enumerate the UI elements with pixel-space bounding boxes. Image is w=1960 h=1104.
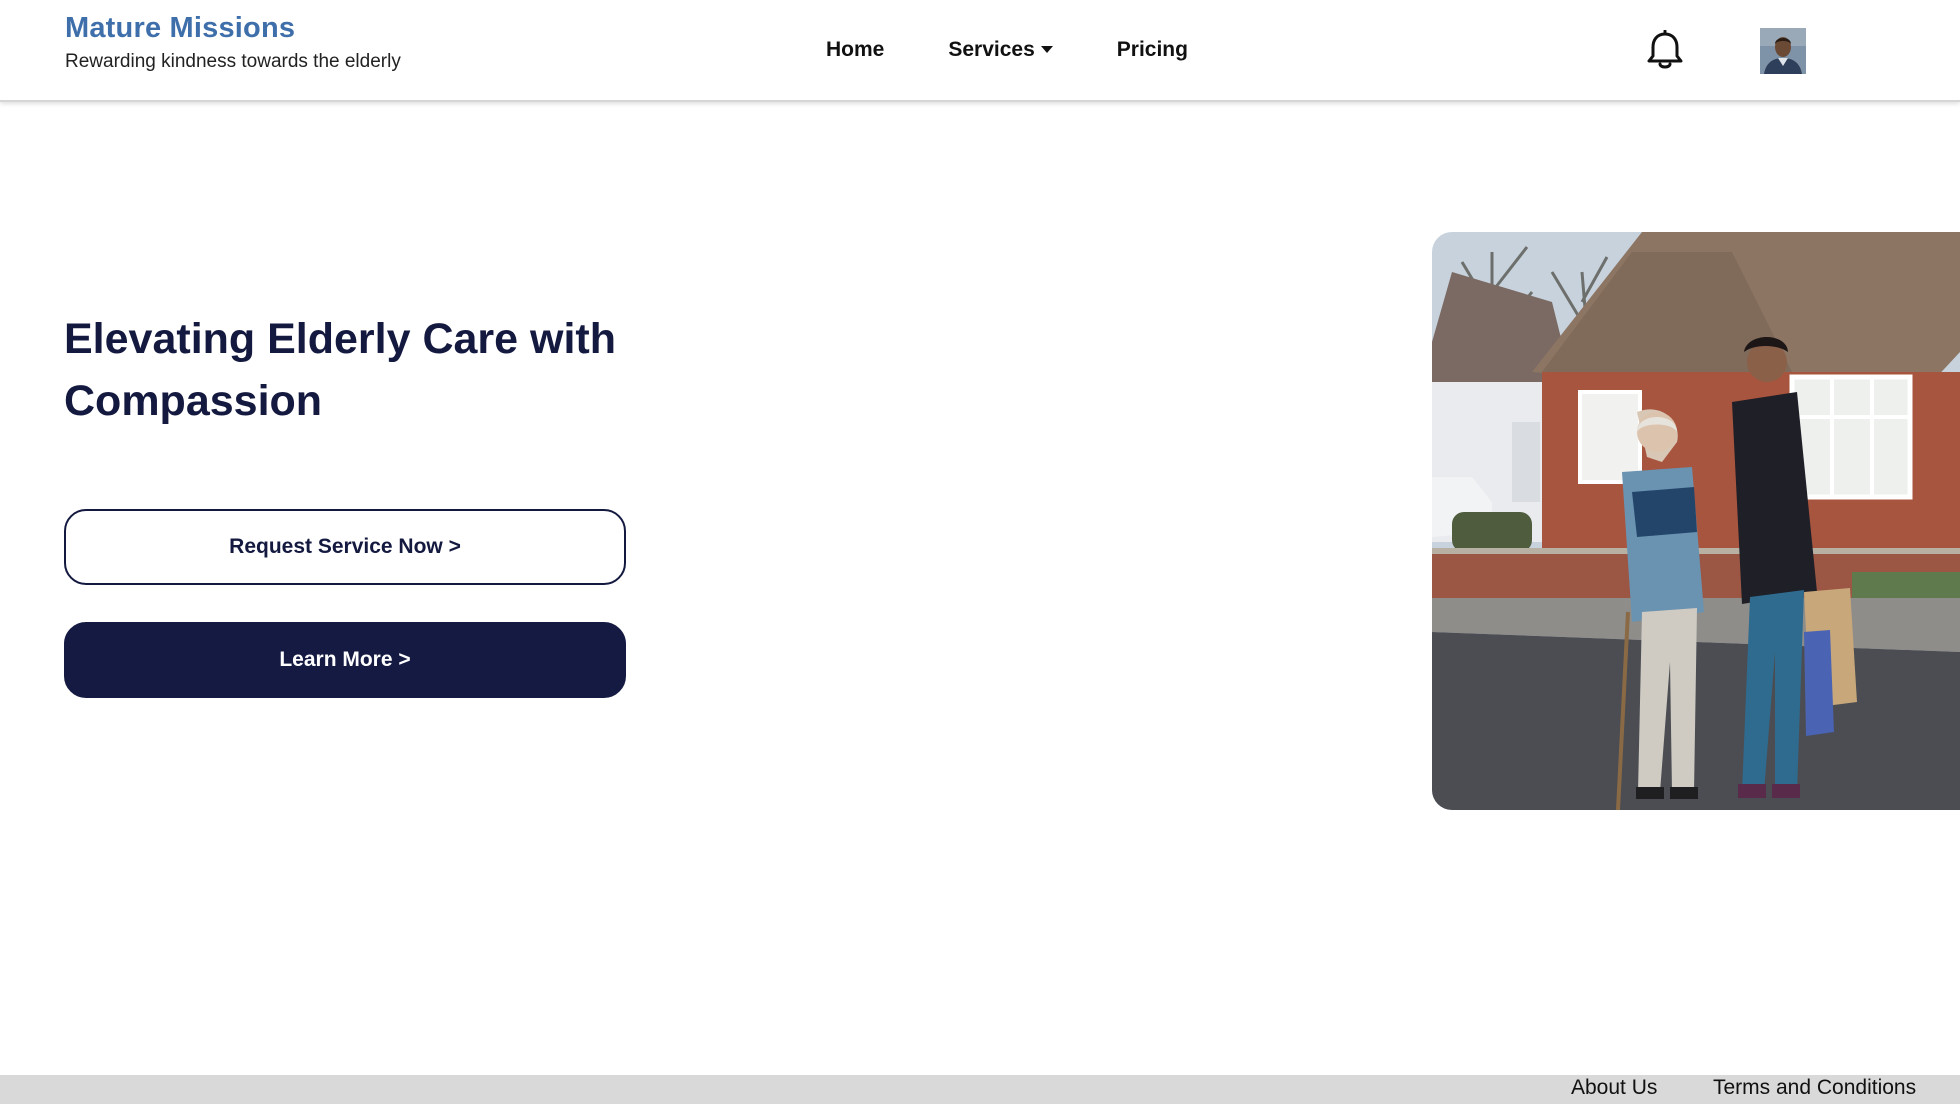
brand-title[interactable]: Mature Missions (65, 12, 401, 45)
nav-services-dropdown[interactable]: Services (948, 38, 1053, 62)
main-nav: Home Services Pricing (826, 38, 1188, 62)
footer-about-link[interactable]: About Us (1571, 1076, 1657, 1100)
footer-terms-link[interactable]: Terms and Conditions (1713, 1076, 1916, 1100)
user-avatar[interactable] (1760, 28, 1806, 74)
learn-more-button[interactable]: Learn More > (64, 622, 626, 698)
brand-tagline: Rewarding kindness towards the elderly (65, 51, 401, 72)
caret-down-icon (1040, 45, 1053, 53)
bell-icon[interactable] (1645, 29, 1685, 72)
footer: About Us Terms and Conditions (0, 1075, 1960, 1104)
nav-pricing-link[interactable]: Pricing (1117, 38, 1188, 62)
nav-home-link[interactable]: Home (826, 38, 884, 62)
hero-title: Elevating Elderly Care with Compassion (64, 315, 617, 425)
brand[interactable]: Mature Missions Rewarding kindness towar… (65, 12, 401, 73)
hero-image (1432, 232, 1960, 810)
request-service-button[interactable]: Request Service Now > (64, 509, 626, 585)
top-navbar: Mature Missions Rewarding kindness towar… (0, 0, 1960, 102)
nav-services-label: Services (948, 38, 1035, 61)
